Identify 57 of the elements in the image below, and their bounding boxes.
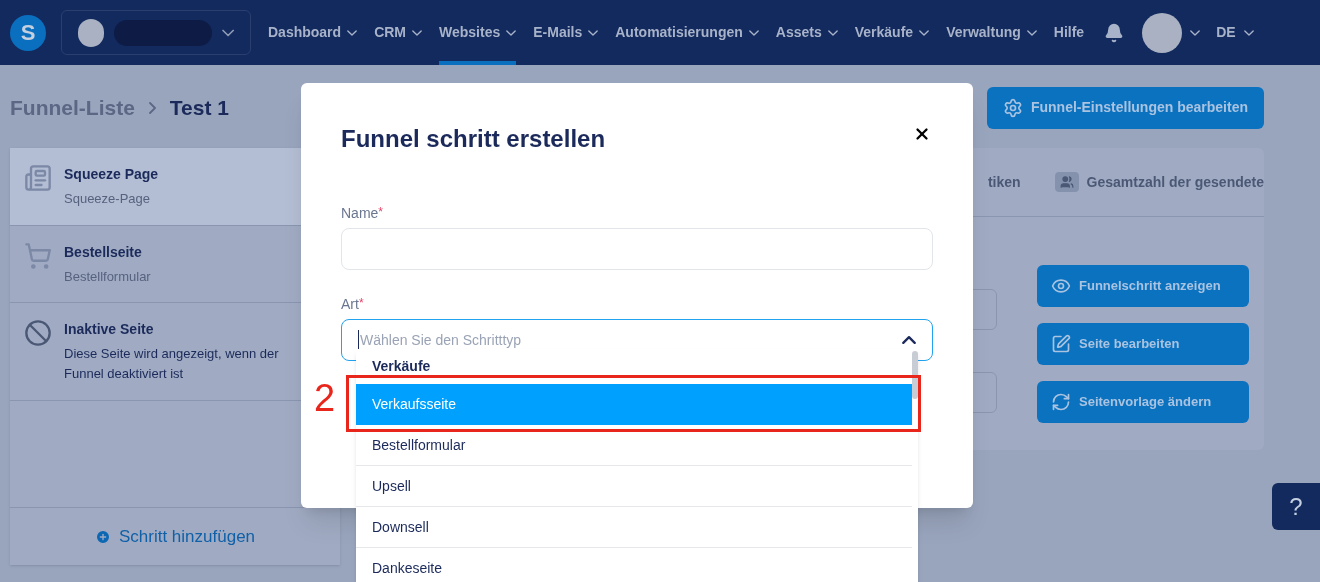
eye-icon xyxy=(1051,276,1071,296)
settings-icon xyxy=(1002,97,1023,118)
step-title: Inaktive Seite xyxy=(64,320,155,339)
nav-menu-item[interactable]: Websites xyxy=(439,0,517,65)
field-label: Name xyxy=(341,204,379,223)
step-title: Squeeze Page xyxy=(64,165,159,184)
language-selector[interactable]: DE xyxy=(1216,22,1254,43)
avatar xyxy=(78,18,105,47)
chevron-right-icon xyxy=(148,101,156,114)
logo[interactable]: S xyxy=(10,14,46,51)
chevron-down-icon xyxy=(827,29,838,36)
dropdown-option[interactable]: Dankeseite xyxy=(356,548,912,582)
chevron-down-icon[interactable] xyxy=(1190,29,1201,36)
nav-menu-item[interactable]: CRM xyxy=(374,0,422,65)
chevron-up-icon xyxy=(902,336,916,344)
chevron-down-icon xyxy=(506,29,517,36)
step-title: Bestellseite xyxy=(64,242,143,262)
dropdown-option[interactable]: Downsell xyxy=(356,507,912,548)
cart-icon xyxy=(24,241,52,270)
breadcrumb-current: Test 1 xyxy=(169,94,229,121)
step-subtitle: Bestellformular xyxy=(64,267,151,286)
nav-menu-item[interactable]: Verkäufe xyxy=(854,0,930,65)
nav-menu-item[interactable]: Automatisierungen xyxy=(615,0,759,65)
chevron-down-icon xyxy=(919,29,930,36)
name-input[interactable] xyxy=(341,228,933,270)
edit-icon xyxy=(1051,334,1071,354)
chevron-down-icon xyxy=(1243,29,1254,36)
ban-icon xyxy=(24,319,52,347)
chevron-down-icon xyxy=(748,29,759,36)
required-asterisk: * xyxy=(358,295,364,312)
required-asterisk: * xyxy=(378,204,384,221)
step-subtitle: Squeeze-Page xyxy=(64,190,151,208)
nav-menu-item[interactable]: Dashboard xyxy=(268,0,358,65)
people-icon xyxy=(1054,172,1079,192)
chevron-down-icon xyxy=(588,29,599,36)
chevron-down-icon xyxy=(1026,29,1037,36)
help-button[interactable]: ? xyxy=(1272,483,1320,530)
nav-menu-item[interactable]: E-Mails xyxy=(533,0,599,65)
nav-menu-item[interactable]: Assets xyxy=(775,0,838,65)
nav-menu-item[interactable]: Verwaltung xyxy=(946,0,1037,65)
refresh-icon xyxy=(1051,392,1071,412)
bell-icon[interactable] xyxy=(1104,22,1125,43)
step-subtitle: Diese Seite wird angezeigt, wenn der Funnel deaktiviert ist xyxy=(64,345,280,383)
modal-title: Funnel schritt erstellen xyxy=(341,124,606,154)
scrollbar[interactable] xyxy=(912,351,918,399)
avatar[interactable] xyxy=(1142,12,1183,53)
chevron-down-icon xyxy=(347,29,358,36)
account-switcher[interactable] xyxy=(61,10,251,55)
nav-menu-item[interactable]: Hilfe xyxy=(1053,0,1085,65)
plus-icon xyxy=(94,528,111,545)
dropdown-option[interactable]: Upsell xyxy=(356,466,912,507)
field-label: Art xyxy=(341,295,359,314)
chevron-down-icon xyxy=(412,29,422,36)
dropdown-option[interactable]: Bestellformular xyxy=(356,425,912,466)
page-icon xyxy=(24,164,52,192)
close-icon[interactable] xyxy=(913,125,931,143)
chevron-down-icon xyxy=(221,28,234,37)
